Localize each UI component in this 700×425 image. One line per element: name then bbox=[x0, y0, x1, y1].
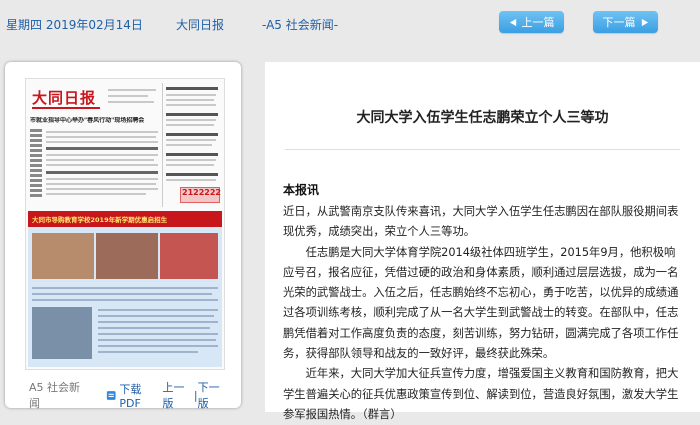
pdf-file-icon bbox=[106, 390, 116, 400]
page-footer: A5 社会新闻 下载PDF 上一版 | 下一版 bbox=[29, 379, 229, 411]
triangle-left-icon bbox=[509, 18, 516, 26]
triangle-right-icon bbox=[641, 18, 648, 26]
download-pdf-link[interactable]: 下载PDF bbox=[106, 381, 161, 410]
article-body: 近日，从武警南京支队传来喜讯，大同大学入伍学生任志鹏因在部队服役期间表现优秀，成… bbox=[283, 202, 683, 425]
prev-article-button[interactable]: 上一篇 bbox=[499, 11, 564, 33]
section-name[interactable]: -A5 社会新闻- bbox=[262, 16, 338, 33]
prev-article-label: 上一篇 bbox=[521, 16, 555, 29]
next-article-label: 下一篇 bbox=[602, 16, 636, 29]
footer-section[interactable]: A5 社会新闻 bbox=[29, 379, 88, 411]
next-article-button[interactable]: 下一篇 bbox=[593, 11, 658, 33]
title-divider bbox=[285, 149, 680, 150]
article-panel: 大同大学入伍学生任志鹏荣立个人三等功 本报讯 近日，从武警南京支队传来喜讯，大同… bbox=[265, 62, 700, 421]
article-title: 大同大学入伍学生任志鹏荣立个人三等功 bbox=[356, 110, 609, 126]
thumbnail-ad-banner: 大同市导购教育学校2019年新学期优惠启招生 bbox=[28, 211, 222, 367]
article-paragraph: 近年来，大同大学加大征兵宣传力度，增强爱国主义教育和国防教育，把大学生普遍关心的… bbox=[283, 367, 679, 421]
newspaper-page-thumbnail[interactable]: 大同日报 市就业指导中心举办"春风行动"现场招聘会 2122222 大同市导购教… bbox=[25, 78, 225, 370]
prev-page-link[interactable]: 上一版 bbox=[163, 379, 194, 411]
page-thumbnail-card: 大同日报 市就业指导中心举办"春风行动"现场招聘会 2122222 大同市导购教… bbox=[5, 62, 241, 411]
thumbnail-headline: 市就业指导中心举办"春风行动"现场招聘会 bbox=[30, 117, 145, 124]
top-bar: 星期四 2019年02月14日 大同日报 -A5 社会新闻- 上一篇 下一篇 bbox=[0, 0, 700, 46]
article-paragraph: 任志鹏是大同大学体育学院2014级社体四班学生，2015年9月，他积极响应号召，… bbox=[283, 245, 679, 361]
issue-date: 星期四 2019年02月14日 bbox=[6, 18, 143, 32]
thumbnail-red-number: 2122222 bbox=[182, 188, 221, 197]
article-lead: 本报讯 bbox=[283, 183, 320, 197]
masthead-logo: 大同日报 bbox=[32, 89, 97, 107]
next-page-link[interactable]: 下一版 bbox=[198, 379, 229, 411]
download-pdf-label: 下载PDF bbox=[119, 382, 142, 410]
article-paragraph: 近日，从武警南京支队传来喜讯，大同大学入伍学生任志鹏因在部队服役期间表现优秀，成… bbox=[283, 205, 679, 239]
masthead-rule bbox=[32, 107, 100, 109]
thumbnail-banner-text: 大同市导购教育学校2019年新学期优惠启招生 bbox=[32, 216, 168, 224]
paper-name[interactable]: 大同日报 bbox=[176, 16, 224, 33]
